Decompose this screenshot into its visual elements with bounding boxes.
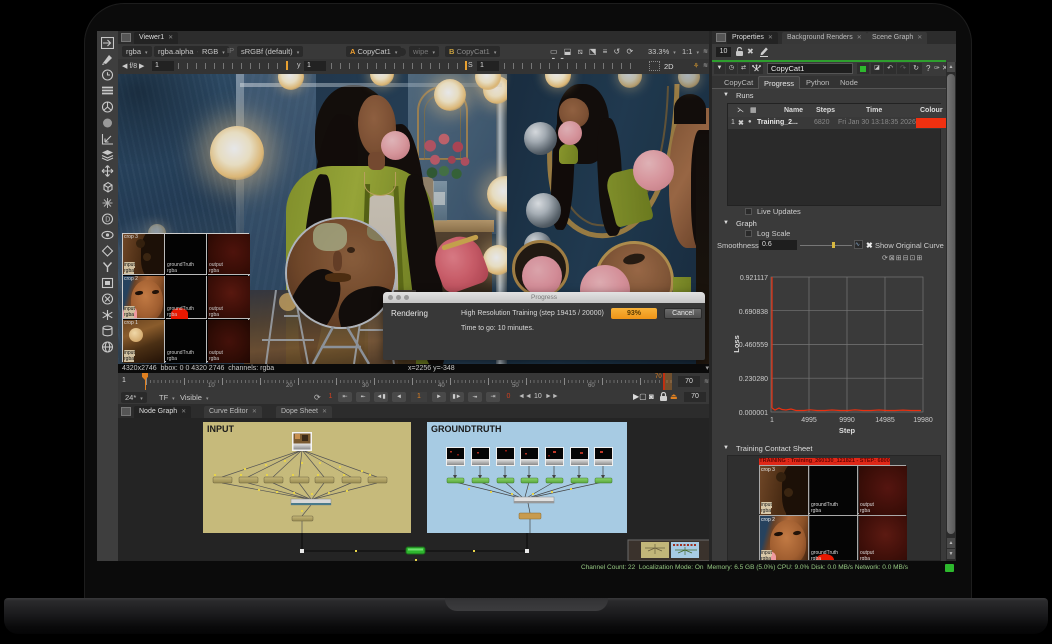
- svg-text:0.230280: 0.230280: [739, 376, 768, 383]
- svg-text:1: 1: [770, 417, 774, 424]
- svg-text:9990: 9990: [839, 417, 855, 424]
- svg-text:D: D: [105, 217, 110, 224]
- svg-text:0.000001: 0.000001: [739, 410, 768, 417]
- svg-text:19980: 19980: [913, 417, 933, 424]
- svg-text:0.460559: 0.460559: [739, 342, 768, 349]
- svg-text:14985: 14985: [875, 417, 895, 424]
- svg-text:Loss: Loss: [732, 335, 741, 353]
- svg-text:4995: 4995: [801, 417, 817, 424]
- svg-text:0.921117: 0.921117: [740, 275, 768, 282]
- svg-text:0.690838: 0.690838: [739, 309, 768, 316]
- svg-text:INPUT: INPUT: [207, 424, 235, 434]
- svg-text:GROUNDTRUTH: GROUNDTRUTH: [431, 424, 502, 434]
- svg-text:Step: Step: [839, 426, 856, 435]
